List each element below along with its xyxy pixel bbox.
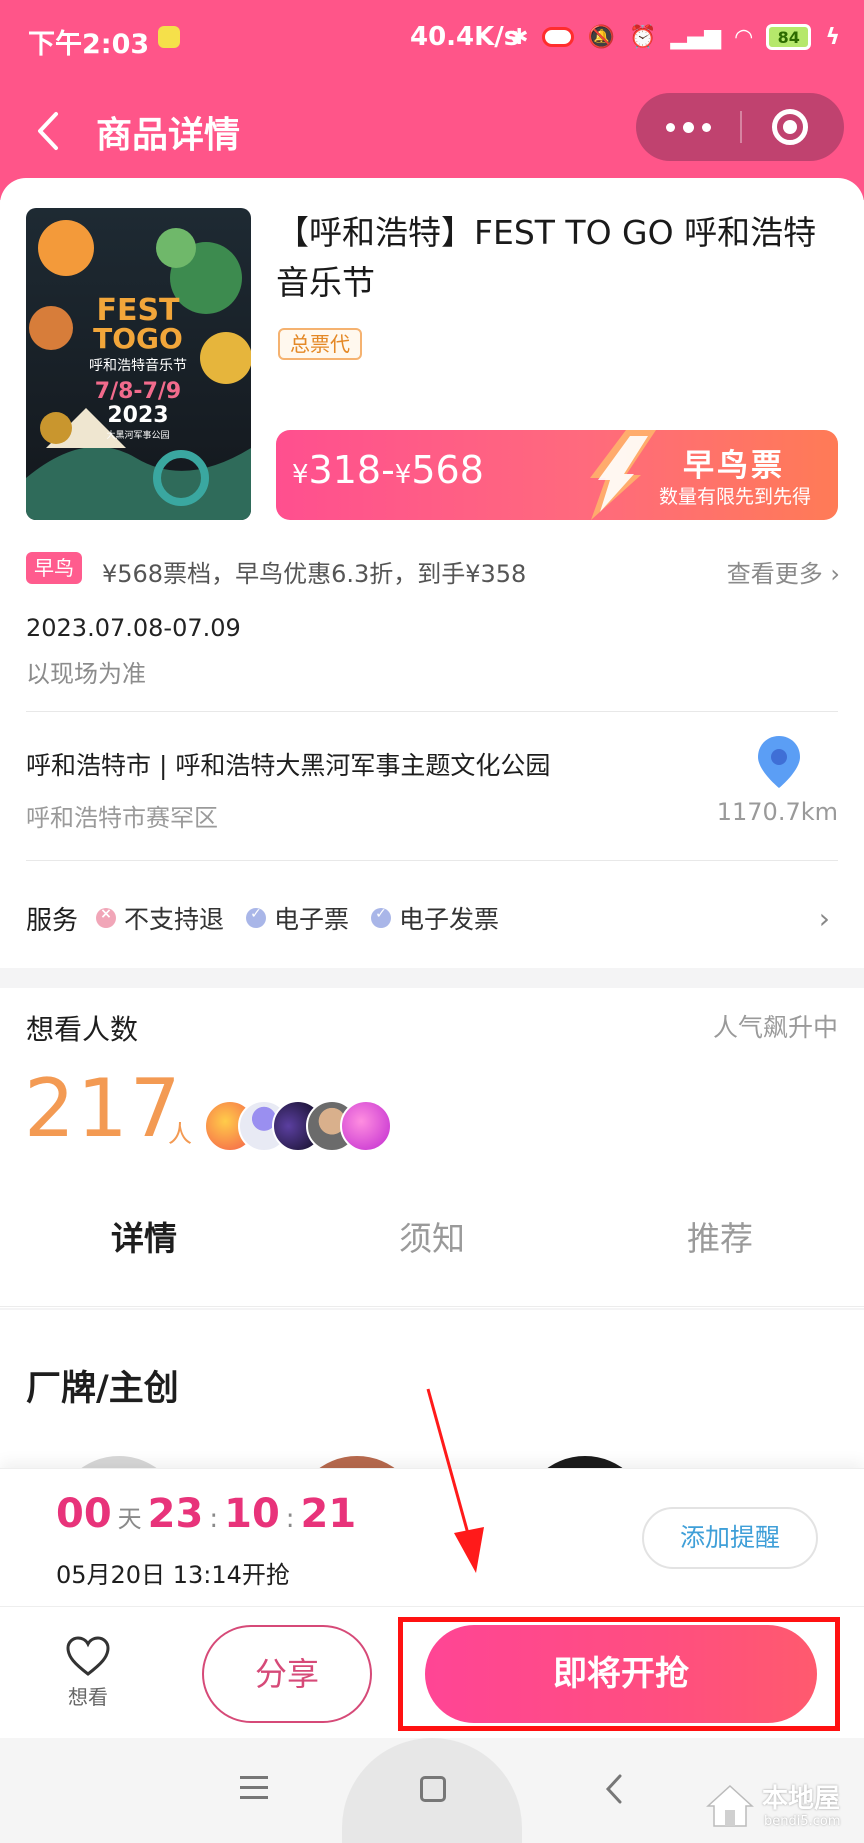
poster-place: 大黑河军事公园: [106, 429, 169, 441]
venue-distance: 1170.7km: [716, 798, 838, 826]
no-icon: ×: [96, 906, 117, 928]
bottom-action-bar: 想看 分享 即将开抢: [0, 1606, 864, 1738]
heart-icon: [66, 1636, 110, 1676]
watermark-site: bendi5.com: [764, 1814, 841, 1829]
agent-badge: 总票代: [278, 328, 362, 360]
mute-icon: 🔕: [587, 24, 616, 50]
countdown-days-unit: 天: [117, 1505, 142, 1533]
recording-icon: [542, 27, 574, 47]
status-icons: ✱ 🔕 ⏰ ▂▄▆ ◠ 84 ϟ: [510, 22, 840, 52]
back-arrow-icon: [38, 112, 58, 150]
alarm-icon: ⏰: [629, 24, 657, 50]
watermark-name: 本地屋: [762, 1784, 841, 1814]
popularity-trend: 人气飙升中: [712, 1013, 838, 1042]
event-date: 2023.07.08-07.09: [26, 614, 241, 642]
map-pin-icon[interactable]: [758, 736, 800, 788]
page-title: 商品详情: [96, 115, 241, 156]
signal-icon: ▂▄▆: [670, 24, 722, 50]
divider: [26, 860, 838, 861]
tab-notice[interactable]: 须知: [288, 1212, 576, 1260]
promo-text: ¥568票档，早鸟优惠6.3折，到手¥358: [102, 560, 527, 588]
early-bird-tag: 早鸟: [26, 552, 82, 584]
top-bar: 下午2:03 40.4K/s ✱ 🔕 ⏰ ▂▄▆ ◠ 84 ϟ 商品详情: [0, 0, 864, 200]
menu-nav-icon[interactable]: [240, 1776, 268, 1800]
more-dots-icon: [665, 122, 675, 132]
early-bird-subtitle: 数量有限先到先得: [658, 486, 811, 508]
section-title: 厂牌/主创: [26, 1369, 179, 1409]
favorite-button[interactable]: 想看: [56, 1635, 120, 1710]
share-button[interactable]: 分享: [202, 1625, 372, 1723]
network-speed: 40.4K/s: [410, 22, 520, 52]
service-e-ticket: ✓ 电子票: [246, 900, 349, 936]
house-logo-icon: [706, 1784, 754, 1827]
venue-name[interactable]: 呼和浩特市 | 呼和浩特大黑河军事主题文化公园: [26, 746, 550, 782]
battery-level: 84: [777, 27, 800, 47]
price-high: 568: [411, 448, 484, 492]
page-header: 商品详情: [0, 86, 864, 176]
service-e-invoice: ✓ 电子发票: [371, 900, 499, 936]
divider: [0, 1306, 864, 1307]
avatar: [340, 1100, 392, 1152]
service-row[interactable]: 服务 × 不支持退 ✓ 电子票 ✓ 电子发票 ›: [26, 898, 838, 938]
divider: [26, 711, 838, 712]
app-notification-icon: [158, 26, 180, 48]
product-poster[interactable]: FEST TOGO 呼和浩特音乐节 7/8-7/9 2023 大黑河军事公园: [26, 208, 251, 520]
detail-tabs: 详情 须知 推荐: [0, 1184, 864, 1294]
price-range: ¥318-¥568: [292, 448, 484, 492]
see-more-link[interactable]: 查看更多 ›: [727, 554, 840, 589]
service-label: 服务: [26, 905, 79, 936]
back-button[interactable]: [30, 106, 70, 156]
promo-row[interactable]: 早鸟 ¥568票档，早鸟优惠6.3折，到手¥358 查看更多 ›: [26, 548, 840, 588]
poster-year: 2023: [107, 403, 168, 428]
countdown-seconds: 21: [300, 1491, 357, 1537]
tab-recommend[interactable]: 推荐: [576, 1212, 864, 1260]
countdown-timer: 00 天 23 : 10 : 21: [56, 1491, 357, 1537]
check-icon: ✓: [246, 906, 267, 928]
watermark: 本地屋 bendi5.com: [706, 1778, 856, 1838]
tab-details[interactable]: 详情: [0, 1212, 288, 1260]
status-time: 下午2:03: [28, 29, 150, 60]
countdown-hours: 23: [147, 1491, 204, 1537]
product-title: 【呼和浩特】FEST TO GO 呼和浩特音乐节: [276, 213, 817, 302]
countdown-days: 00: [56, 1491, 112, 1537]
poster-subtitle: 呼和浩特音乐节: [89, 357, 187, 374]
service-no-refund: × 不支持退: [96, 900, 224, 936]
poster-brand2: TOGO: [93, 322, 183, 355]
sale-open-time: 05月20日 13:14开抢: [56, 1561, 290, 1589]
venue-district: 呼和浩特市赛罕区: [26, 804, 218, 832]
charging-icon: ϟ: [825, 24, 840, 50]
close-miniprogram-button[interactable]: [772, 109, 808, 145]
home-nav-icon[interactable]: [420, 1776, 446, 1802]
want-count: 217: [24, 1062, 183, 1155]
early-bird-title: 早鸟票: [683, 448, 785, 484]
event-date-note: 以现场为准: [26, 660, 146, 688]
price-banner: ¥318-¥568 早鸟票 数量有限先到先得: [276, 430, 838, 520]
bluetooth-icon: ✱: [510, 24, 529, 50]
miniprogram-capsule: [636, 93, 844, 161]
product-detail-page: 下午2:03 40.4K/s ✱ 🔕 ⏰ ▂▄▆ ◠ 84 ϟ 商品详情 FES…: [0, 0, 864, 1843]
poster-image: FEST TOGO 呼和浩特音乐节 7/8-7/9 2023 大黑河军事公园: [26, 208, 251, 520]
back-nav-icon[interactable]: [602, 1772, 626, 1806]
price-low: 318: [308, 448, 382, 492]
want-to-see-section: 想看人数 人气飙升中 217 人 详情 须知 推荐: [0, 988, 864, 1308]
want-unit: 人: [168, 1120, 192, 1148]
chevron-right-icon[interactable]: ›: [819, 902, 830, 935]
buy-soon-button[interactable]: 即将开抢: [425, 1625, 817, 1723]
poster-dates: 7/8-7/9: [95, 379, 181, 404]
more-menu-button[interactable]: [636, 93, 740, 161]
product-card: FEST TOGO 呼和浩特音乐节 7/8-7/9 2023 大黑河军事公园 【…: [0, 178, 864, 968]
favorite-label: 想看: [68, 1685, 108, 1709]
check-icon: ✓: [371, 906, 392, 928]
status-bar: 下午2:03 40.4K/s ✱ 🔕 ⏰ ▂▄▆ ◠ 84 ϟ: [0, 0, 864, 76]
arrow-annotation: [426, 1388, 484, 1573]
want-to-see-title: 想看人数: [26, 1013, 139, 1046]
countdown-minutes: 10: [224, 1491, 280, 1537]
add-reminder-button[interactable]: 添加提醒: [642, 1507, 818, 1569]
system-nav-bar: 本地屋 bendi5.com: [0, 1738, 864, 1843]
battery-icon: 84: [766, 24, 812, 50]
wifi-icon: ◠: [735, 24, 753, 50]
